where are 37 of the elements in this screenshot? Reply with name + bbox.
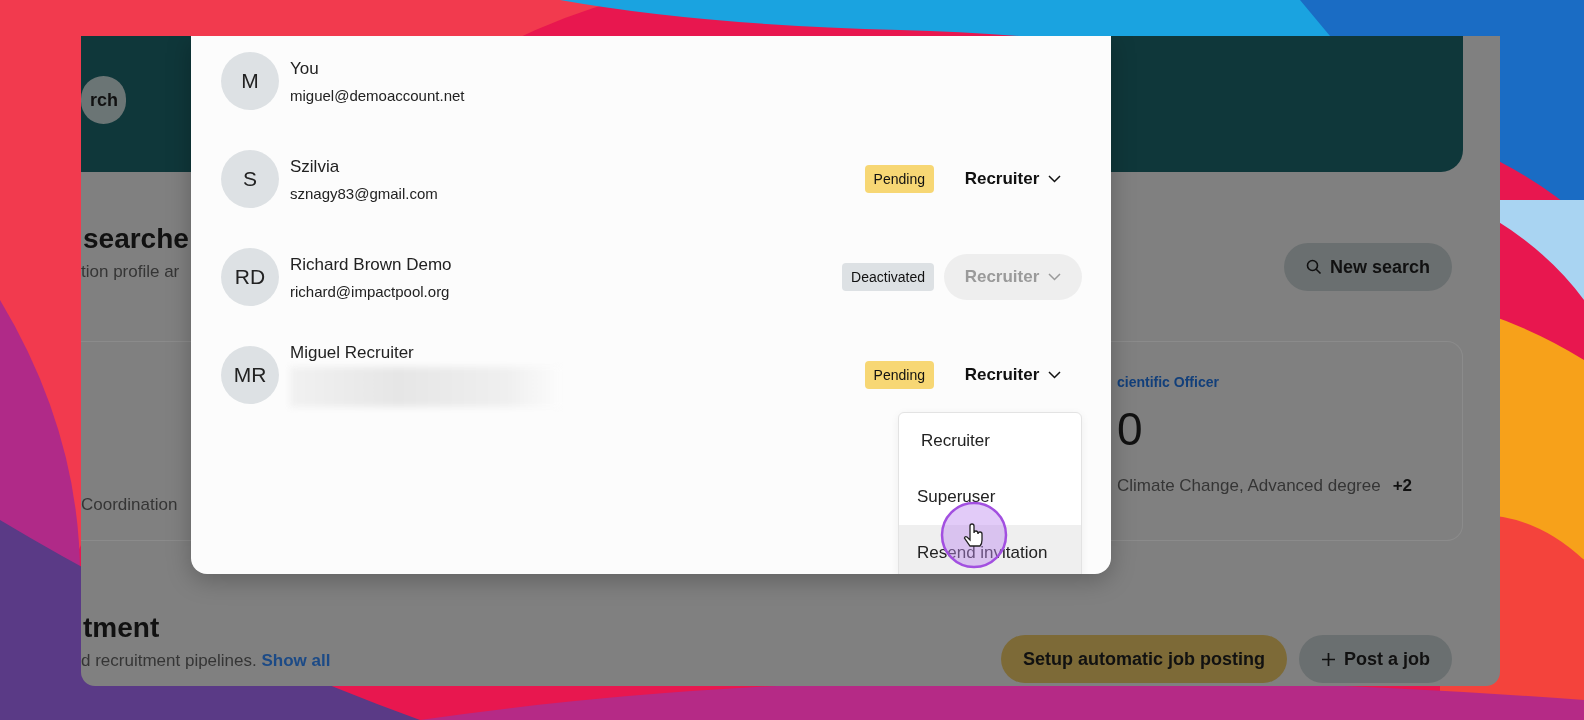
section-heading: searche xyxy=(83,222,189,256)
member-email: richard@impactpool.org xyxy=(290,282,451,300)
section-heading: tment xyxy=(83,611,161,645)
chevron-down-icon xyxy=(1048,175,1062,183)
member-name: You xyxy=(290,58,320,79)
match-count: 0 xyxy=(1117,404,1144,454)
chevron-down-icon xyxy=(1048,273,1062,281)
avatar: M xyxy=(221,52,279,110)
search-button[interactable]: rch xyxy=(81,76,126,124)
status-badge: Pending xyxy=(864,361,934,389)
member-email: miguel@demoaccount.net xyxy=(290,86,466,104)
search-icon xyxy=(1305,259,1322,275)
member-email: sznagy83@gmail.com xyxy=(290,184,439,202)
status-badge: Deactivated xyxy=(842,263,934,291)
avatar: RD xyxy=(221,248,279,306)
avatar: MR xyxy=(221,346,279,404)
chevron-down-icon xyxy=(1048,371,1062,379)
card-tags: Climate Change, Advanced degree xyxy=(1117,476,1381,496)
member-name: Richard Brown Demo xyxy=(290,254,453,275)
more-count: +2 xyxy=(1392,476,1413,496)
status-badge: Pending xyxy=(864,165,934,193)
plus-icon xyxy=(1321,651,1336,667)
menu-item[interactable]: Recruiter xyxy=(899,413,1081,469)
job-title-link[interactable]: cientific Officer xyxy=(1117,374,1413,390)
role-dropdown[interactable]: Recruiter xyxy=(944,352,1082,398)
menu-item[interactable]: Superuser xyxy=(899,469,1081,525)
member-name: Miguel Recruiter xyxy=(290,343,415,363)
card-text: Coordination xyxy=(81,495,178,515)
role-dropdown[interactable]: Recruiter xyxy=(944,156,1082,202)
show-all-link[interactable]: Show all xyxy=(261,651,331,670)
post-job-button[interactable]: Post a job xyxy=(1299,635,1452,683)
setup-button[interactable]: Setup automatic job posting xyxy=(1001,635,1287,683)
new-search-button[interactable]: New search xyxy=(1283,243,1452,291)
member-name: Szilvia xyxy=(290,156,341,177)
section-text: d recruitment pipelines. xyxy=(81,651,257,670)
avatar: S xyxy=(221,150,279,208)
section-subtitle: tion profile ar xyxy=(81,262,181,282)
